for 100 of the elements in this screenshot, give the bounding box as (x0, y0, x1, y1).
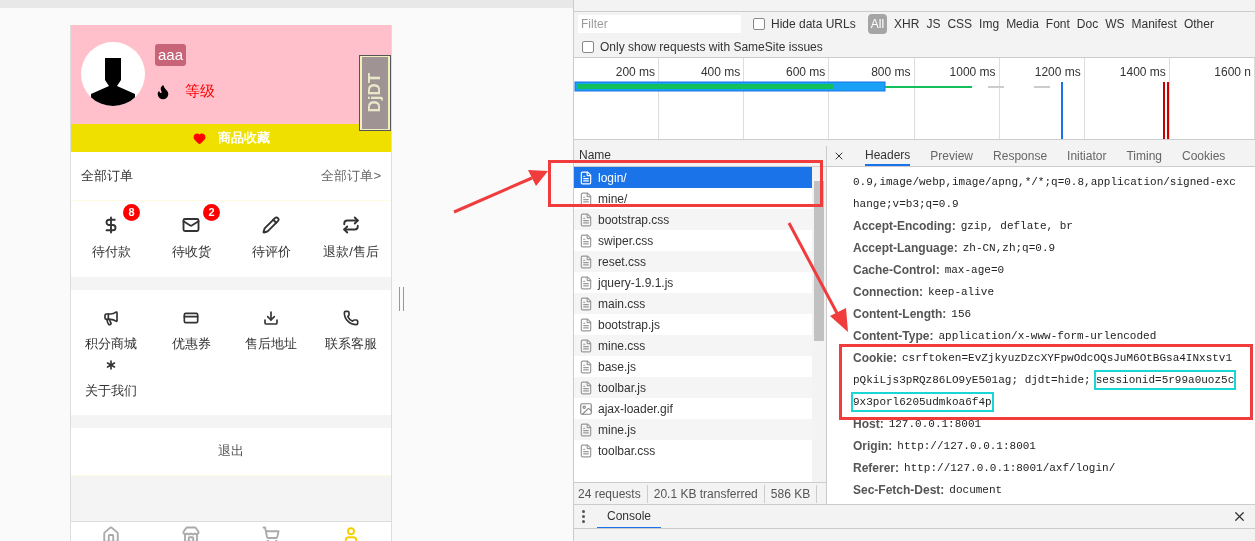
type-filter-button[interactable]: Media (1006, 15, 1039, 33)
header-value: hange;v=b3;q=0.9 (853, 196, 959, 212)
count-badge: 8 (123, 204, 140, 222)
request-row[interactable]: reset.css (574, 251, 812, 272)
request-row[interactable]: bootstrap.css (574, 209, 812, 230)
header-value: pQkiLjs3pRQz86LO9yE501ag; djdt=hide; (853, 372, 1091, 388)
file-icon (579, 296, 593, 311)
file-icon (579, 254, 593, 269)
pencil-icon (262, 216, 280, 235)
file-icon (579, 359, 593, 374)
type-filter-button[interactable]: Img (979, 15, 1000, 33)
header-name: Origin: (853, 438, 893, 455)
detail-tab[interactable]: Cookies (1182, 146, 1226, 166)
type-filter-button[interactable]: XHR (894, 15, 920, 33)
time-tick-label: 400 ms (700, 65, 741, 79)
heart-icon (192, 131, 206, 145)
header-name: Host: (853, 416, 884, 433)
repeat-icon (342, 216, 360, 235)
time-tick-label: 1200 ms (1034, 65, 1081, 79)
header-value: application/x-www-form-urlencoded (938, 328, 1157, 344)
type-filter-button[interactable]: Font (1045, 15, 1070, 33)
header-value: 0.9,image/webp,image/apng,*/*;q=0.8,application/signed-exc (853, 174, 1236, 190)
megaphone-icon (103, 309, 119, 326)
detail-tab[interactable]: Preview (930, 146, 974, 166)
file-icon (579, 170, 593, 185)
header-name: Content-Length: (853, 306, 947, 323)
service-button[interactable]: 联系客服 (311, 309, 391, 354)
type-filter-button[interactable]: WS (1105, 15, 1125, 33)
type-filter-button[interactable]: Doc (1076, 15, 1099, 33)
file-icon (579, 443, 593, 458)
orders-title: 全部订单 (81, 167, 133, 186)
user-icon (342, 526, 360, 541)
checkbox[interactable]: Hide data URLs (753, 15, 856, 33)
detail-tab[interactable]: Timing (1126, 146, 1162, 166)
time-tick-label: 800 ms (871, 65, 911, 79)
header-name: Accept-Language: (853, 240, 958, 257)
logout-button[interactable]: 退出 (71, 427, 391, 476)
detail-tab[interactable]: Response (993, 146, 1048, 166)
file-icon (579, 338, 593, 353)
time-tick-label: 200 ms (615, 65, 656, 79)
summary-text: 24 requests (578, 484, 648, 503)
request-row[interactable]: main.css (574, 293, 812, 314)
file-icon (579, 422, 593, 437)
home-icon (102, 526, 120, 541)
highlighted-value: 9x3porl6205udmkoa6f4p (853, 393, 992, 411)
envelope-icon (182, 216, 200, 235)
service-button[interactable]: 积分商城 (71, 309, 151, 354)
detail-tab[interactable]: Headers (865, 146, 911, 166)
header-name: Accept-Encoding: (853, 218, 956, 235)
phone-icon (343, 309, 359, 326)
store-icon (182, 526, 200, 541)
header-name: Cookie: (853, 350, 897, 367)
header-value: gzip, deflate, br (960, 218, 1073, 234)
header-name: Connection: (853, 284, 923, 301)
more-icon[interactable] (582, 510, 585, 523)
file-icon (579, 380, 593, 395)
summary-text: 20.1 KB transferred (653, 484, 765, 503)
filter-field[interactable]: Filter (578, 15, 741, 33)
header-name: Content-Type: (853, 328, 934, 345)
service-button[interactable]: 售后地址 (231, 309, 311, 354)
cart-icon (262, 526, 280, 541)
request-row[interactable]: mine.js (574, 419, 812, 440)
header-value: 127.0.0.1:8001 (888, 416, 982, 432)
order-status-button[interactable]: 待评价 (251, 216, 291, 262)
header-value: csrftoken=EvZjkyuzDzcXYFpwOdcOQsJuM6OtBGsa4INxstv1 (902, 350, 1233, 366)
highlighted-value: sessionid=5r99a0uoz5c (1095, 371, 1235, 389)
summary-text: 586 KB (770, 484, 818, 503)
time-tick-label: 1600 n (1214, 65, 1251, 79)
header-value: http://127.0.0.1:8001/axf/login/ (904, 460, 1116, 476)
header-name: Referer: (853, 460, 900, 477)
request-row[interactable]: mine.css (574, 335, 812, 356)
time-tick-label: 1000 ms (949, 65, 996, 79)
header-value: max-age=0 (944, 262, 1005, 278)
header-name: Cache-Control: (853, 262, 940, 279)
header-value: zh-CN,zh;q=0.9 (962, 240, 1056, 256)
type-filter-button[interactable]: Other (1183, 15, 1214, 33)
close-icon[interactable] (833, 150, 845, 162)
header-value: 156 (951, 306, 972, 322)
order-status-button[interactable]: 退款/售后 (323, 216, 379, 262)
file-icon (579, 233, 593, 248)
user-name: aaa (155, 43, 187, 67)
detail-tab[interactable]: Initiator (1067, 146, 1107, 166)
file-icon (579, 317, 593, 332)
service-button[interactable]: 关于我们 (71, 357, 151, 401)
all-orders-link[interactable]: 全部订单> (321, 166, 381, 186)
time-tick-label: 600 ms (786, 65, 826, 79)
request-row[interactable]: login/ (574, 167, 812, 188)
type-filter-button[interactable]: Manifest (1131, 15, 1177, 33)
resize-handle[interactable] (399, 287, 404, 311)
header-name: Sec-Fetch-Dest: (853, 482, 945, 499)
type-filter-button[interactable]: JS (926, 15, 941, 33)
service-button[interactable]: 优惠券 (151, 309, 231, 354)
download-icon (263, 309, 279, 326)
close-icon[interactable] (1232, 509, 1247, 524)
file-icon (579, 191, 593, 206)
flame-icon (155, 83, 171, 100)
type-filter-button[interactable]: CSS (947, 15, 973, 33)
file-icon (579, 275, 593, 290)
request-row[interactable]: toolbar.js (574, 377, 812, 398)
image-file-icon (579, 401, 593, 416)
